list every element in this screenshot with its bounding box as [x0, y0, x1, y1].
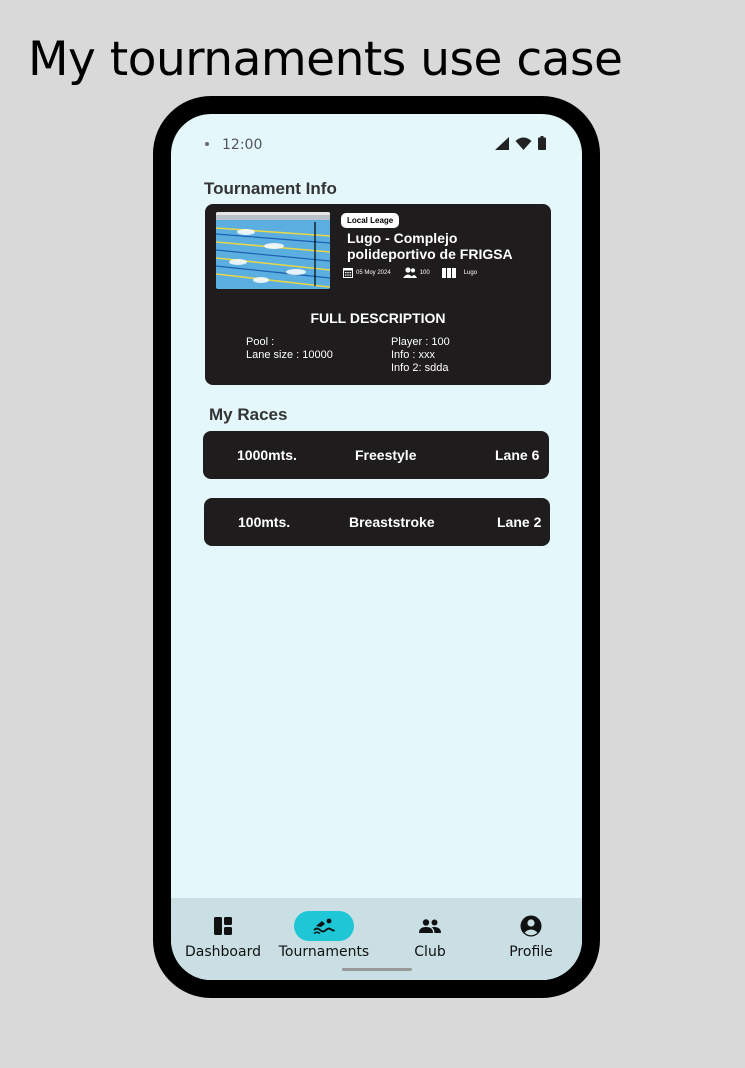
nav-label-dashboard: Dashboard: [185, 944, 261, 960]
phone-screen: 12:00 Tournament Info Local Leage Lugo -…: [171, 114, 582, 980]
description-line: Pool :: [246, 336, 275, 348]
description-right-column: Player : 100 Info : xxx Info 2: sdda: [391, 336, 450, 375]
group-icon: [402, 267, 417, 278]
status-icons: [495, 136, 546, 150]
race-lane: Lane 2: [497, 514, 542, 530]
home-indicator[interactable]: [342, 968, 412, 971]
race-distance: 1000mts.: [237, 447, 297, 463]
description-line: Player : 100: [391, 336, 450, 348]
description-left-column: Pool : Lane size : 10000: [246, 336, 333, 362]
nav-icon-container: [501, 911, 561, 941]
meta-location: Lugo: [441, 267, 478, 278]
nav-label-club: Club: [414, 944, 446, 960]
nav-label-tournaments: Tournaments: [278, 944, 370, 960]
meta-date: 05 Moy 2024: [343, 267, 391, 278]
account-circle-icon: [520, 915, 542, 937]
swimmer-icon: [313, 918, 335, 934]
meta-location-text: Lugo: [463, 269, 478, 276]
map-icon: [441, 267, 456, 278]
calendar-icon: [343, 268, 353, 278]
race-style: Freestyle: [355, 447, 417, 463]
venue-name: Lugo - Complejo polideportivo de FRIGSA: [347, 230, 513, 262]
pool-image: [216, 212, 330, 289]
battery-icon: [538, 136, 546, 150]
league-badge: Local Leage: [341, 213, 400, 228]
race-lane: Lane 6: [495, 447, 540, 463]
description-line: Info 2: sdda: [391, 362, 449, 374]
race-distance: 100mts.: [238, 514, 291, 530]
page-heading: My tournaments use case: [28, 32, 623, 87]
cellular-signal-icon: [495, 136, 509, 150]
tournament-meta: 05 Moy 2024 100 Lugo: [343, 267, 489, 278]
nav-item-tournaments[interactable]: Tournaments: [274, 898, 374, 968]
nav-item-dashboard[interactable]: Dashboard: [173, 898, 273, 968]
status-bar: 12:00: [171, 114, 582, 174]
nav-item-profile[interactable]: Profile: [481, 898, 581, 968]
people-icon: [419, 919, 441, 933]
race-card[interactable]: 1000mts. Freestyle Lane 6: [203, 431, 549, 479]
full-description-title: FULL DESCRIPTION: [310, 310, 446, 326]
tournament-info-card[interactable]: Local Leage Lugo - Complejo polideportiv…: [205, 204, 551, 385]
nav-label-profile: Profile: [509, 944, 553, 960]
my-races-title: My Races: [209, 405, 288, 424]
notification-dot: [205, 142, 209, 146]
meta-players: 100: [402, 267, 430, 278]
wifi-icon: [515, 137, 532, 150]
tournament-info-title: Tournament Info: [204, 179, 337, 198]
meta-players-text: 100: [419, 269, 430, 276]
race-card[interactable]: 100mts. Breaststroke Lane 2: [204, 498, 550, 546]
description-line: Lane size : 10000: [246, 349, 333, 361]
phone-frame: 12:00 Tournament Info Local Leage Lugo -…: [153, 96, 600, 998]
nav-icon-container-active: [294, 911, 354, 941]
bottom-navigation: Dashboard Tournaments Club Profile: [171, 898, 582, 980]
race-style: Breaststroke: [349, 514, 435, 530]
nav-item-club[interactable]: Club: [380, 898, 480, 968]
status-time: 12:00: [222, 137, 263, 153]
dashboard-icon: [214, 917, 232, 935]
meta-date-text: 05 Moy 2024: [356, 269, 391, 276]
nav-icon-container: [193, 911, 253, 941]
nav-icon-container: [400, 911, 460, 941]
description-line: Info : xxx: [391, 349, 436, 361]
